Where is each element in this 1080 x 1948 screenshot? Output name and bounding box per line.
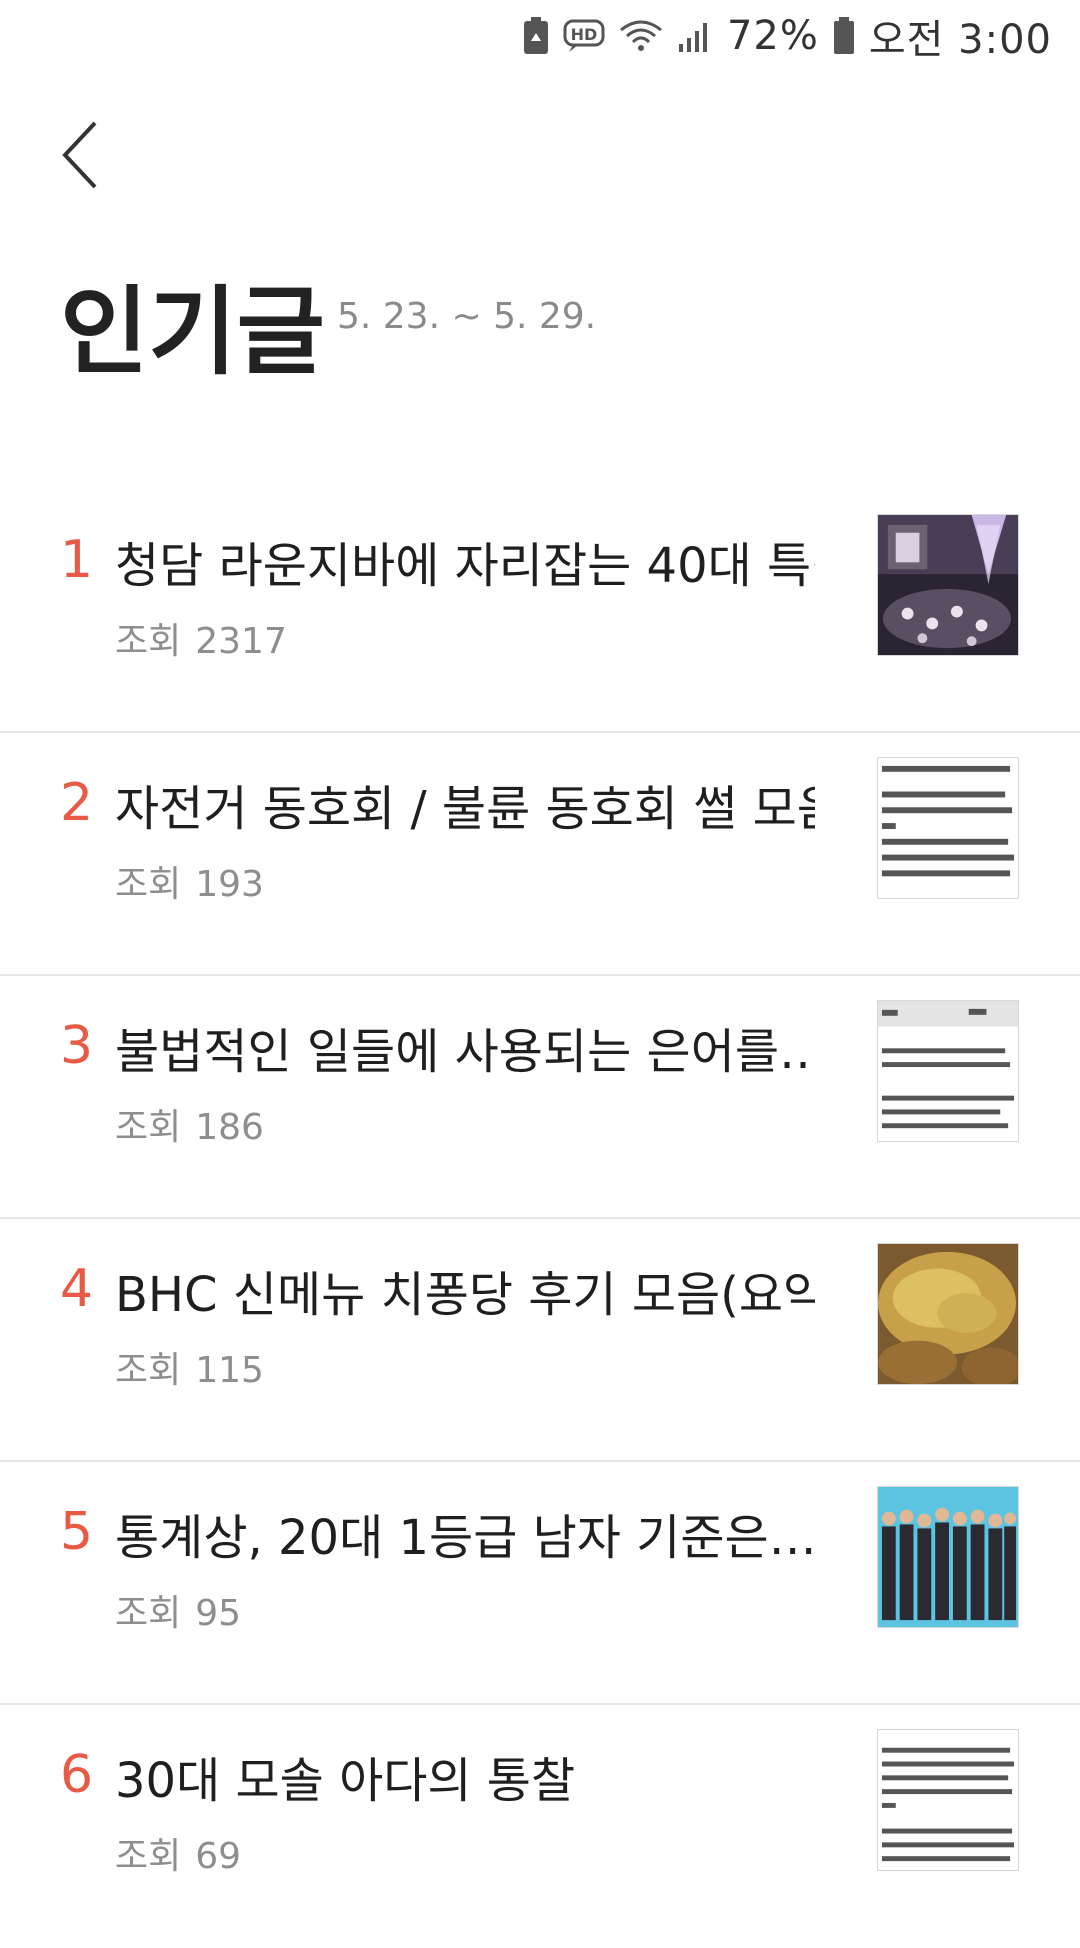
post-thumbnail[interactable] <box>877 514 1019 656</box>
page-header: 인기글 5. 23. ~ 5. 29. <box>60 276 597 388</box>
post-rank: 4 <box>60 1259 94 1319</box>
clock: 오전 3:00 <box>868 17 1052 63</box>
list-item[interactable]: 1 청담 라운지바에 자리잡는 40대 특징 조회 2317 <box>0 490 1080 733</box>
post-title: BHC 신메뉴 치퐁당 후기 모음(요약 … <box>115 1267 815 1323</box>
chevron-left-icon <box>61 119 101 195</box>
views-label: 조회 <box>115 1593 182 1634</box>
post-thumbnail[interactable] <box>877 1000 1019 1142</box>
post-views: 조회 2317 <box>115 612 287 664</box>
battery-percent: 72% <box>726 13 819 59</box>
post-views: 조회 95 <box>115 1584 241 1636</box>
page-title: 인기글 <box>60 276 325 388</box>
views-label: 조회 <box>115 1107 182 1148</box>
post-rank: 6 <box>60 1745 94 1805</box>
list-item[interactable]: 4 BHC 신메뉴 치퐁당 후기 모음(요약 … 조회 115 <box>0 1219 1080 1462</box>
views-label: 조회 <box>115 1350 182 1391</box>
views-count: 95 <box>195 1593 242 1634</box>
post-title: 30대 모솔 아다의 통찰 <box>115 1753 576 1809</box>
popular-post-list: 1 청담 라운지바에 자리잡는 40대 특징 조회 2317 2 자전거 동호회 … <box>0 490 1080 1948</box>
list-item[interactable]: 2 자전거 동호회 / 불륜 동호회 썰 모음 조회 193 <box>0 733 1080 976</box>
post-rank: 2 <box>60 773 94 833</box>
post-title: 자전거 동호회 / 불륜 동호회 썰 모음 <box>115 781 815 837</box>
views-label: 조회 <box>115 621 182 662</box>
list-item[interactable]: 6 30대 모솔 아다의 통찰 조회 69 <box>0 1705 1080 1948</box>
views-label: 조회 <box>115 864 182 905</box>
men-in-suits-photo <box>878 1487 1018 1627</box>
post-title: 불법적인 일들에 사용되는 은어를… <box>115 1024 815 1080</box>
signal-icon <box>677 18 713 54</box>
back-button[interactable] <box>46 112 116 202</box>
status-bar: HD 72% 오전 3:00 <box>0 0 1080 72</box>
post-views: 조회 193 <box>115 855 264 907</box>
wifi-icon <box>619 18 663 54</box>
recycle-icon <box>523 17 549 55</box>
post-views: 조회 69 <box>115 1827 241 1879</box>
post-rank: 3 <box>60 1016 94 1076</box>
views-label: 조회 <box>115 1836 182 1877</box>
post-views: 조회 186 <box>115 1098 264 1150</box>
views-count: 2317 <box>195 621 287 662</box>
views-count: 186 <box>195 1107 264 1148</box>
post-thumbnail[interactable] <box>877 1729 1019 1871</box>
post-thumbnail[interactable] <box>877 1486 1019 1628</box>
views-count: 193 <box>195 864 264 905</box>
date-range: 5. 23. ~ 5. 29. <box>336 296 597 337</box>
text-screenshot <box>878 1001 1018 1141</box>
post-rank: 5 <box>60 1502 94 1562</box>
post-thumbnail[interactable] <box>877 1243 1019 1385</box>
hd-icon: HD <box>563 19 605 53</box>
svg-text:HD: HD <box>571 25 598 44</box>
post-views: 조회 115 <box>115 1341 264 1393</box>
text-screenshot <box>878 1730 1018 1870</box>
fried-chicken-photo <box>878 1244 1018 1384</box>
text-screenshot <box>878 758 1018 898</box>
battery-icon <box>833 17 855 55</box>
post-title: 통계상, 20대 1등급 남자 기준은… <box>115 1510 815 1566</box>
list-item[interactable]: 5 통계상, 20대 1등급 남자 기준은… 조회 95 <box>0 1462 1080 1705</box>
post-title: 청담 라운지바에 자리잡는 40대 특징 <box>115 538 815 594</box>
views-count: 69 <box>195 1836 242 1877</box>
post-thumbnail[interactable] <box>877 757 1019 899</box>
list-item[interactable]: 3 불법적인 일들에 사용되는 은어를… 조회 186 <box>0 976 1080 1219</box>
views-count: 115 <box>195 1350 264 1391</box>
lounge-bar-photo <box>878 515 1018 655</box>
post-rank: 1 <box>60 530 94 590</box>
